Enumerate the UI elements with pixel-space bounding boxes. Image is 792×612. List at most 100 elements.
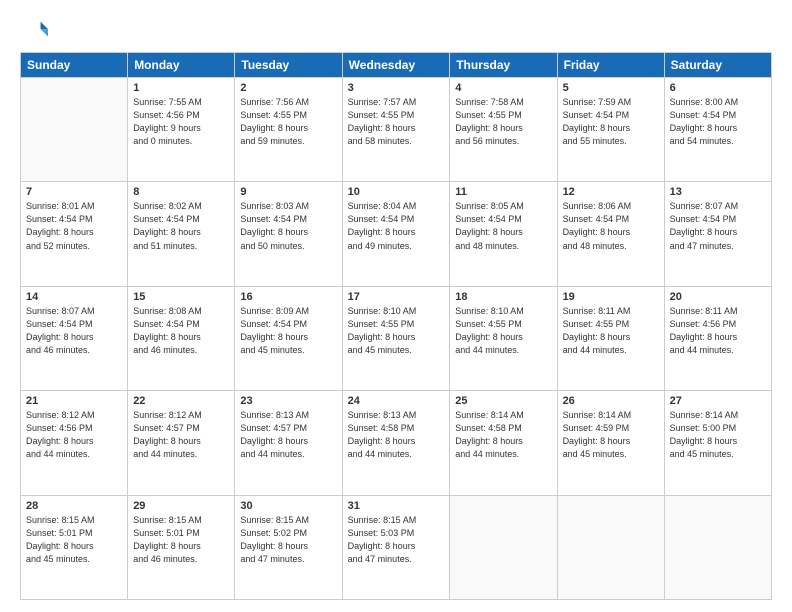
day-info: Sunrise: 8:10 AM Sunset: 4:55 PM Dayligh… bbox=[455, 305, 551, 357]
day-cell: 13 Sunrise: 8:07 AM Sunset: 4:54 PM Dayli… bbox=[664, 182, 771, 286]
day-number: 20 bbox=[670, 291, 766, 303]
day-cell: 21 Sunrise: 8:12 AM Sunset: 4:56 PM Dayli… bbox=[21, 391, 128, 495]
day-cell: 31 Sunrise: 8:15 AM Sunset: 5:03 PM Dayli… bbox=[342, 495, 450, 599]
day-cell: 19 Sunrise: 8:11 AM Sunset: 4:55 PM Dayli… bbox=[557, 286, 664, 390]
day-info: Sunrise: 7:58 AM Sunset: 4:55 PM Dayligh… bbox=[455, 96, 551, 148]
day-number: 25 bbox=[455, 395, 551, 407]
day-info: Sunrise: 8:13 AM Sunset: 4:58 PM Dayligh… bbox=[348, 409, 445, 461]
day-cell: 30Sunrise: 8:15 AM Sunset: 5:02 PM Dayli… bbox=[235, 495, 342, 599]
week-row-3: 14 Sunrise: 8:07 AM Sunset: 4:54 PM Dayli… bbox=[21, 286, 772, 390]
day-info: Sunrise: 8:07 AM Sunset: 4:54 PM Dayligh… bbox=[26, 305, 122, 357]
day-cell: 28 Sunrise: 8:15 AM Sunset: 5:01 PM Dayli… bbox=[21, 495, 128, 599]
day-cell: 4Sunrise: 7:58 AM Sunset: 4:55 PM Daylig… bbox=[450, 78, 557, 182]
col-header-tuesday: Tuesday bbox=[235, 53, 342, 78]
week-row-5: 28 Sunrise: 8:15 AM Sunset: 5:01 PM Dayli… bbox=[21, 495, 772, 599]
day-info: Sunrise: 8:07 AM Sunset: 4:54 PM Dayligh… bbox=[670, 200, 766, 252]
day-info: Sunrise: 8:01 AM Sunset: 4:54 PM Dayligh… bbox=[26, 200, 122, 252]
day-cell bbox=[664, 495, 771, 599]
day-cell: 17 Sunrise: 8:10 AM Sunset: 4:55 PM Dayli… bbox=[342, 286, 450, 390]
day-cell: 25 Sunrise: 8:14 AM Sunset: 4:58 PM Dayli… bbox=[450, 391, 557, 495]
day-info: Sunrise: 8:09 AM Sunset: 4:54 PM Dayligh… bbox=[240, 305, 336, 357]
day-cell: 29 Sunrise: 8:15 AM Sunset: 5:01 PM Dayli… bbox=[128, 495, 235, 599]
day-cell: 8 Sunrise: 8:02 AM Sunset: 4:54 PM Daylig… bbox=[128, 182, 235, 286]
col-header-friday: Friday bbox=[557, 53, 664, 78]
day-info: Sunrise: 8:12 AM Sunset: 4:56 PM Dayligh… bbox=[26, 409, 122, 461]
day-number: 5 bbox=[563, 82, 659, 94]
day-info: Sunrise: 8:10 AM Sunset: 4:55 PM Dayligh… bbox=[348, 305, 445, 357]
day-info: Sunrise: 8:11 AM Sunset: 4:56 PM Dayligh… bbox=[670, 305, 766, 357]
day-number: 29 bbox=[133, 500, 229, 512]
day-info: Sunrise: 7:59 AM Sunset: 4:54 PM Dayligh… bbox=[563, 96, 659, 148]
day-cell: 20 Sunrise: 8:11 AM Sunset: 4:56 PM Dayli… bbox=[664, 286, 771, 390]
day-number: 23 bbox=[240, 395, 336, 407]
day-cell bbox=[450, 495, 557, 599]
day-info: Sunrise: 8:14 AM Sunset: 5:00 PM Dayligh… bbox=[670, 409, 766, 461]
logo-icon bbox=[20, 16, 48, 44]
day-info: Sunrise: 8:02 AM Sunset: 4:54 PM Dayligh… bbox=[133, 200, 229, 252]
day-info: Sunrise: 8:05 AM Sunset: 4:54 PM Dayligh… bbox=[455, 200, 551, 252]
day-number: 12 bbox=[563, 186, 659, 198]
day-info: Sunrise: 8:15 AM Sunset: 5:03 PM Dayligh… bbox=[348, 514, 445, 566]
col-header-saturday: Saturday bbox=[664, 53, 771, 78]
day-info: Sunrise: 8:06 AM Sunset: 4:54 PM Dayligh… bbox=[563, 200, 659, 252]
day-number: 16 bbox=[240, 291, 336, 303]
day-number: 17 bbox=[348, 291, 445, 303]
day-cell: 12 Sunrise: 8:06 AM Sunset: 4:54 PM Dayli… bbox=[557, 182, 664, 286]
day-cell: 26 Sunrise: 8:14 AM Sunset: 4:59 PM Dayli… bbox=[557, 391, 664, 495]
day-number: 7 bbox=[26, 186, 122, 198]
col-header-monday: Monday bbox=[128, 53, 235, 78]
header-row: SundayMondayTuesdayWednesdayThursdayFrid… bbox=[21, 53, 772, 78]
day-info: Sunrise: 8:12 AM Sunset: 4:57 PM Dayligh… bbox=[133, 409, 229, 461]
day-number: 11 bbox=[455, 186, 551, 198]
day-number: 1 bbox=[133, 82, 229, 94]
day-number: 24 bbox=[348, 395, 445, 407]
col-header-wednesday: Wednesday bbox=[342, 53, 450, 78]
day-info: Sunrise: 8:15 AM Sunset: 5:01 PM Dayligh… bbox=[133, 514, 229, 566]
day-cell: 10Sunrise: 8:04 AM Sunset: 4:54 PM Dayli… bbox=[342, 182, 450, 286]
day-cell: 7 Sunrise: 8:01 AM Sunset: 4:54 PM Daylig… bbox=[21, 182, 128, 286]
day-cell: 9 Sunrise: 8:03 AM Sunset: 4:54 PM Daylig… bbox=[235, 182, 342, 286]
col-header-sunday: Sunday bbox=[21, 53, 128, 78]
day-info: Sunrise: 8:14 AM Sunset: 4:58 PM Dayligh… bbox=[455, 409, 551, 461]
day-cell bbox=[557, 495, 664, 599]
day-cell: 23 Sunrise: 8:13 AM Sunset: 4:57 PM Dayli… bbox=[235, 391, 342, 495]
day-cell: 6 Sunrise: 8:00 AM Sunset: 4:54 PM Daylig… bbox=[664, 78, 771, 182]
day-info: Sunrise: 8:14 AM Sunset: 4:59 PM Dayligh… bbox=[563, 409, 659, 461]
day-info: Sunrise: 7:57 AM Sunset: 4:55 PM Dayligh… bbox=[348, 96, 445, 148]
day-cell bbox=[21, 78, 128, 182]
day-number: 21 bbox=[26, 395, 122, 407]
day-cell: 14 Sunrise: 8:07 AM Sunset: 4:54 PM Dayli… bbox=[21, 286, 128, 390]
calendar-table: SundayMondayTuesdayWednesdayThursdayFrid… bbox=[20, 52, 772, 600]
day-number: 26 bbox=[563, 395, 659, 407]
day-info: Sunrise: 7:56 AM Sunset: 4:55 PM Dayligh… bbox=[240, 96, 336, 148]
day-number: 6 bbox=[670, 82, 766, 94]
day-number: 19 bbox=[563, 291, 659, 303]
day-info: Sunrise: 8:03 AM Sunset: 4:54 PM Dayligh… bbox=[240, 200, 336, 252]
day-info: Sunrise: 8:04 AM Sunset: 4:54 PM Dayligh… bbox=[348, 200, 445, 252]
day-number: 2 bbox=[240, 82, 336, 94]
logo bbox=[20, 16, 52, 44]
day-info: Sunrise: 7:55 AM Sunset: 4:56 PM Dayligh… bbox=[133, 96, 229, 148]
week-row-2: 7 Sunrise: 8:01 AM Sunset: 4:54 PM Daylig… bbox=[21, 182, 772, 286]
day-number: 9 bbox=[240, 186, 336, 198]
day-info: Sunrise: 8:11 AM Sunset: 4:55 PM Dayligh… bbox=[563, 305, 659, 357]
day-number: 28 bbox=[26, 500, 122, 512]
week-row-4: 21 Sunrise: 8:12 AM Sunset: 4:56 PM Dayli… bbox=[21, 391, 772, 495]
day-number: 8 bbox=[133, 186, 229, 198]
day-info: Sunrise: 8:13 AM Sunset: 4:57 PM Dayligh… bbox=[240, 409, 336, 461]
day-info: Sunrise: 8:00 AM Sunset: 4:54 PM Dayligh… bbox=[670, 96, 766, 148]
day-number: 15 bbox=[133, 291, 229, 303]
day-cell: 3 Sunrise: 7:57 AM Sunset: 4:55 PM Daylig… bbox=[342, 78, 450, 182]
day-info: Sunrise: 8:15 AM Sunset: 5:01 PM Dayligh… bbox=[26, 514, 122, 566]
day-cell: 15Sunrise: 8:08 AM Sunset: 4:54 PM Dayli… bbox=[128, 286, 235, 390]
day-cell: 1 Sunrise: 7:55 AM Sunset: 4:56 PM Daylig… bbox=[128, 78, 235, 182]
day-number: 14 bbox=[26, 291, 122, 303]
day-number: 13 bbox=[670, 186, 766, 198]
day-number: 3 bbox=[348, 82, 445, 94]
day-cell: 11 Sunrise: 8:05 AM Sunset: 4:54 PM Dayli… bbox=[450, 182, 557, 286]
day-cell: 24 Sunrise: 8:13 AM Sunset: 4:58 PM Dayli… bbox=[342, 391, 450, 495]
page: SundayMondayTuesdayWednesdayThursdayFrid… bbox=[0, 0, 792, 612]
day-number: 18 bbox=[455, 291, 551, 303]
day-number: 31 bbox=[348, 500, 445, 512]
header bbox=[20, 16, 772, 44]
